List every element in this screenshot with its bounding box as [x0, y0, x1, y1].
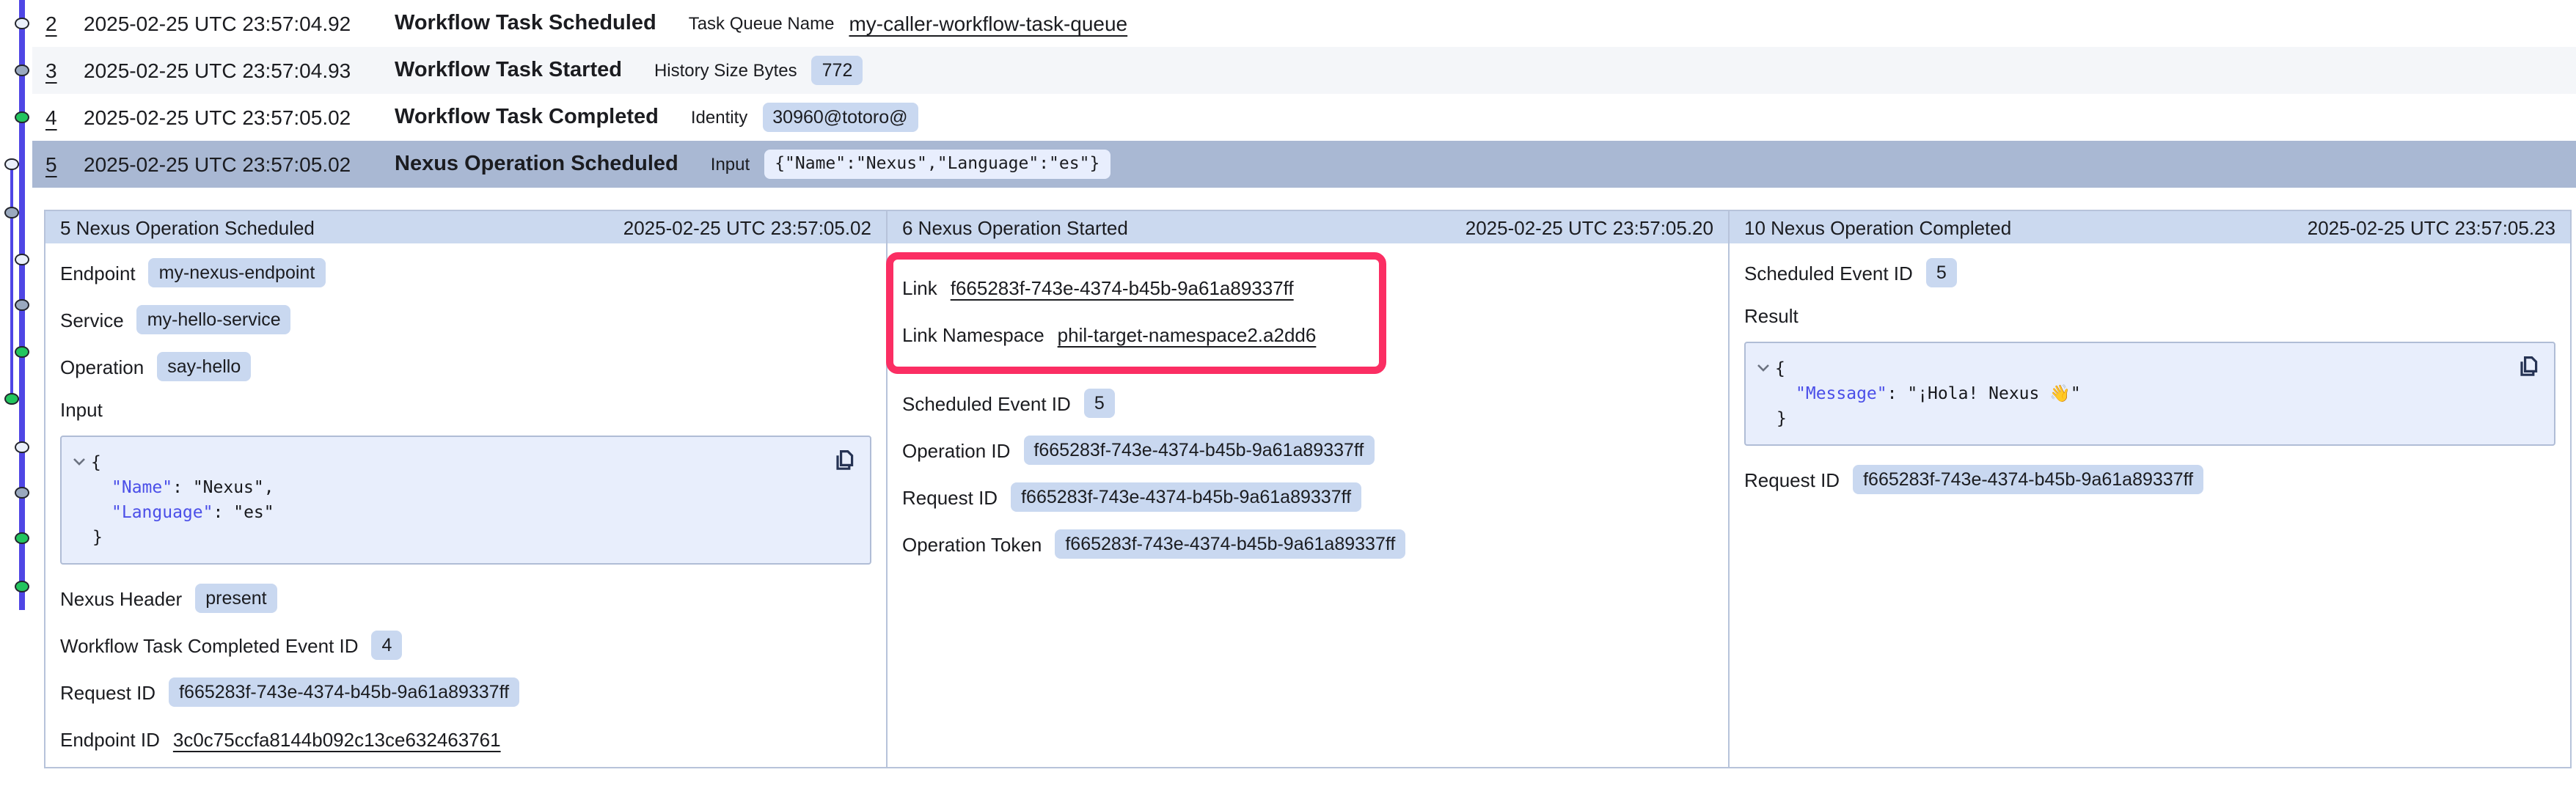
operation-token-badge: f665283f-743e-4374-b45b-9a61a89337ff [1055, 529, 1405, 559]
link-namespace-link[interactable]: phil-target-namespace2.a2dd6 [1058, 323, 1317, 345]
field-label: Request ID [1744, 469, 1840, 491]
field-label: Link [902, 276, 937, 298]
request-id-badge: f665283f-743e-4374-b45b-9a61a89337ff [169, 677, 519, 708]
event-status-dot-gray [15, 299, 29, 312]
field-label: Operation [60, 356, 144, 378]
event-row-selected[interactable]: 5 2025-02-25 UTC 23:57:05.02 Nexus Opera… [32, 141, 2576, 188]
field-label: Endpoint [60, 262, 136, 284]
panel-title: 6 Nexus Operation Started [902, 216, 1128, 238]
event-timestamp: 2025-02-25 UTC 23:57:04.93 [84, 59, 395, 82]
field-label: Request ID [60, 681, 155, 703]
request-id-badge: f665283f-743e-4374-b45b-9a61a89337ff [1011, 482, 1361, 513]
field-label: Endpoint ID [60, 728, 160, 750]
panel-title: 5 Nexus Operation Scheduled [60, 216, 315, 238]
result-json-viewer: { "Message": "¡Hola! Nexus 👋" } [1744, 342, 2555, 446]
event-title: Nexus Operation Scheduled [395, 153, 678, 176]
event-status-dot-green [15, 532, 29, 545]
panel-timestamp: 2025-02-25 UTC 23:57:05.23 [2308, 216, 2555, 238]
nexus-link[interactable]: f665283f-743e-4374-b45b-9a61a89337ff [951, 276, 1294, 298]
service-badge: my-hello-service [137, 305, 291, 335]
event-title: Workflow Task Scheduled [395, 12, 656, 35]
event-detail-label: Input [711, 154, 750, 175]
panel-body: Link f665283f-743e-4374-b45b-9a61a89337f… [888, 243, 1728, 767]
field-label: Workflow Task Completed Event ID [60, 634, 359, 656]
field-label: Scheduled Event ID [1744, 262, 1913, 284]
event-number-link[interactable]: 2 [45, 12, 66, 35]
event-status-dot-gray [15, 487, 29, 499]
input-label: Input [60, 399, 871, 425]
event-table: 2 2025-02-25 UTC 23:57:04.92 Workflow Ta… [0, 0, 2576, 188]
event-status-dot-green [15, 346, 29, 359]
field-label: Request ID [902, 486, 998, 508]
field-label: Operation Token [902, 533, 1042, 555]
panel-header: 5 Nexus Operation Scheduled 2025-02-25 U… [45, 211, 886, 243]
event-status-dot-green [4, 393, 19, 405]
scheduled-event-id-badge: 5 [1084, 389, 1115, 419]
panel-header: 10 Nexus Operation Completed 2025-02-25 … [1730, 211, 2570, 243]
event-input-badge: {"Name":"Nexus","Language":"es"} [764, 150, 1110, 178]
event-detail-label: Identity [691, 107, 747, 128]
result-label: Result [1744, 305, 2555, 331]
timeline-branch-line [10, 164, 13, 399]
event-number-link[interactable]: 4 [45, 106, 66, 129]
nexus-header-badge: present [195, 584, 277, 614]
event-row[interactable]: 3 2025-02-25 UTC 23:57:04.93 Workflow Ta… [32, 47, 2576, 94]
panel-timestamp: 2025-02-25 UTC 23:57:05.20 [1466, 216, 1713, 238]
field-label: Link Namespace [902, 323, 1044, 345]
annotation-highlight-box: Link f665283f-743e-4374-b45b-9a61a89337f… [886, 252, 1386, 374]
event-status-dot-green [15, 581, 29, 593]
panel-timestamp: 2025-02-25 UTC 23:57:05.02 [623, 216, 871, 238]
endpoint-badge: my-nexus-endpoint [149, 258, 326, 288]
scheduled-event-id-badge: 5 [1926, 258, 1957, 288]
panel-header: 6 Nexus Operation Started 2025-02-25 UTC… [888, 211, 1728, 243]
copy-icon[interactable] [833, 449, 857, 472]
event-timestamp: 2025-02-25 UTC 23:57:05.02 [84, 153, 395, 176]
wtc-event-id-badge: 4 [372, 631, 403, 661]
event-row[interactable]: 2 2025-02-25 UTC 23:57:04.92 Workflow Ta… [32, 0, 2576, 47]
operation-id-badge: f665283f-743e-4374-b45b-9a61a89337ff [1023, 436, 1374, 466]
event-row[interactable]: 4 2025-02-25 UTC 23:57:05.02 Workflow Ta… [32, 94, 2576, 141]
endpoint-id-link[interactable]: 3c0c75ccfa8144b092c13ce632463761 [173, 728, 501, 750]
event-detail-panels: 5 Nexus Operation Scheduled 2025-02-25 U… [44, 210, 2572, 768]
panel-body: Endpoint my-nexus-endpoint Service my-he… [45, 243, 886, 786]
event-number-link[interactable]: 5 [45, 153, 66, 176]
field-label: Scheduled Event ID [902, 392, 1071, 414]
event-detail-label: Task Queue Name [689, 13, 835, 34]
event-number-link[interactable]: 3 [45, 59, 66, 82]
request-id-badge: f665283f-743e-4374-b45b-9a61a89337ff [1853, 465, 2203, 495]
panel-nexus-operation-completed: 10 Nexus Operation Completed 2025-02-25 … [1728, 211, 2570, 767]
input-json-viewer: { "Name": "Nexus", "Language": "es" } [60, 436, 871, 565]
panel-title: 10 Nexus Operation Completed [1744, 216, 2011, 238]
event-detail-badge: 772 [812, 56, 863, 86]
panel-body: Scheduled Event ID 5 Result { "Message":… [1730, 243, 2570, 767]
event-timestamp: 2025-02-25 UTC 23:57:05.02 [84, 106, 395, 129]
event-status-dot-white [15, 254, 29, 266]
chevron-down-icon[interactable] [72, 450, 91, 475]
operation-badge: say-hello [157, 352, 251, 382]
event-title: Workflow Task Started [395, 59, 622, 82]
event-detail-label: History Size Bytes [654, 60, 797, 81]
field-label: Nexus Header [60, 587, 182, 609]
panel-nexus-operation-started: 6 Nexus Operation Started 2025-02-25 UTC… [886, 211, 1728, 767]
event-status-dot-gray [4, 207, 19, 219]
event-history-view: 2 2025-02-25 UTC 23:57:04.92 Workflow Ta… [0, 0, 2576, 773]
event-title: Workflow Task Completed [395, 106, 659, 129]
copy-icon[interactable] [2517, 355, 2541, 378]
field-label: Operation ID [902, 439, 1010, 461]
event-detail-badge: 30960@totoro@ [762, 103, 918, 133]
chevron-down-icon[interactable] [1756, 356, 1775, 381]
event-timestamp: 2025-02-25 UTC 23:57:04.92 [84, 12, 395, 35]
event-status-dot-white [15, 441, 29, 454]
field-label: Service [60, 309, 124, 331]
task-queue-link[interactable]: my-caller-workflow-task-queue [849, 12, 1127, 35]
panel-nexus-operation-scheduled: 5 Nexus Operation Scheduled 2025-02-25 U… [45, 211, 886, 767]
